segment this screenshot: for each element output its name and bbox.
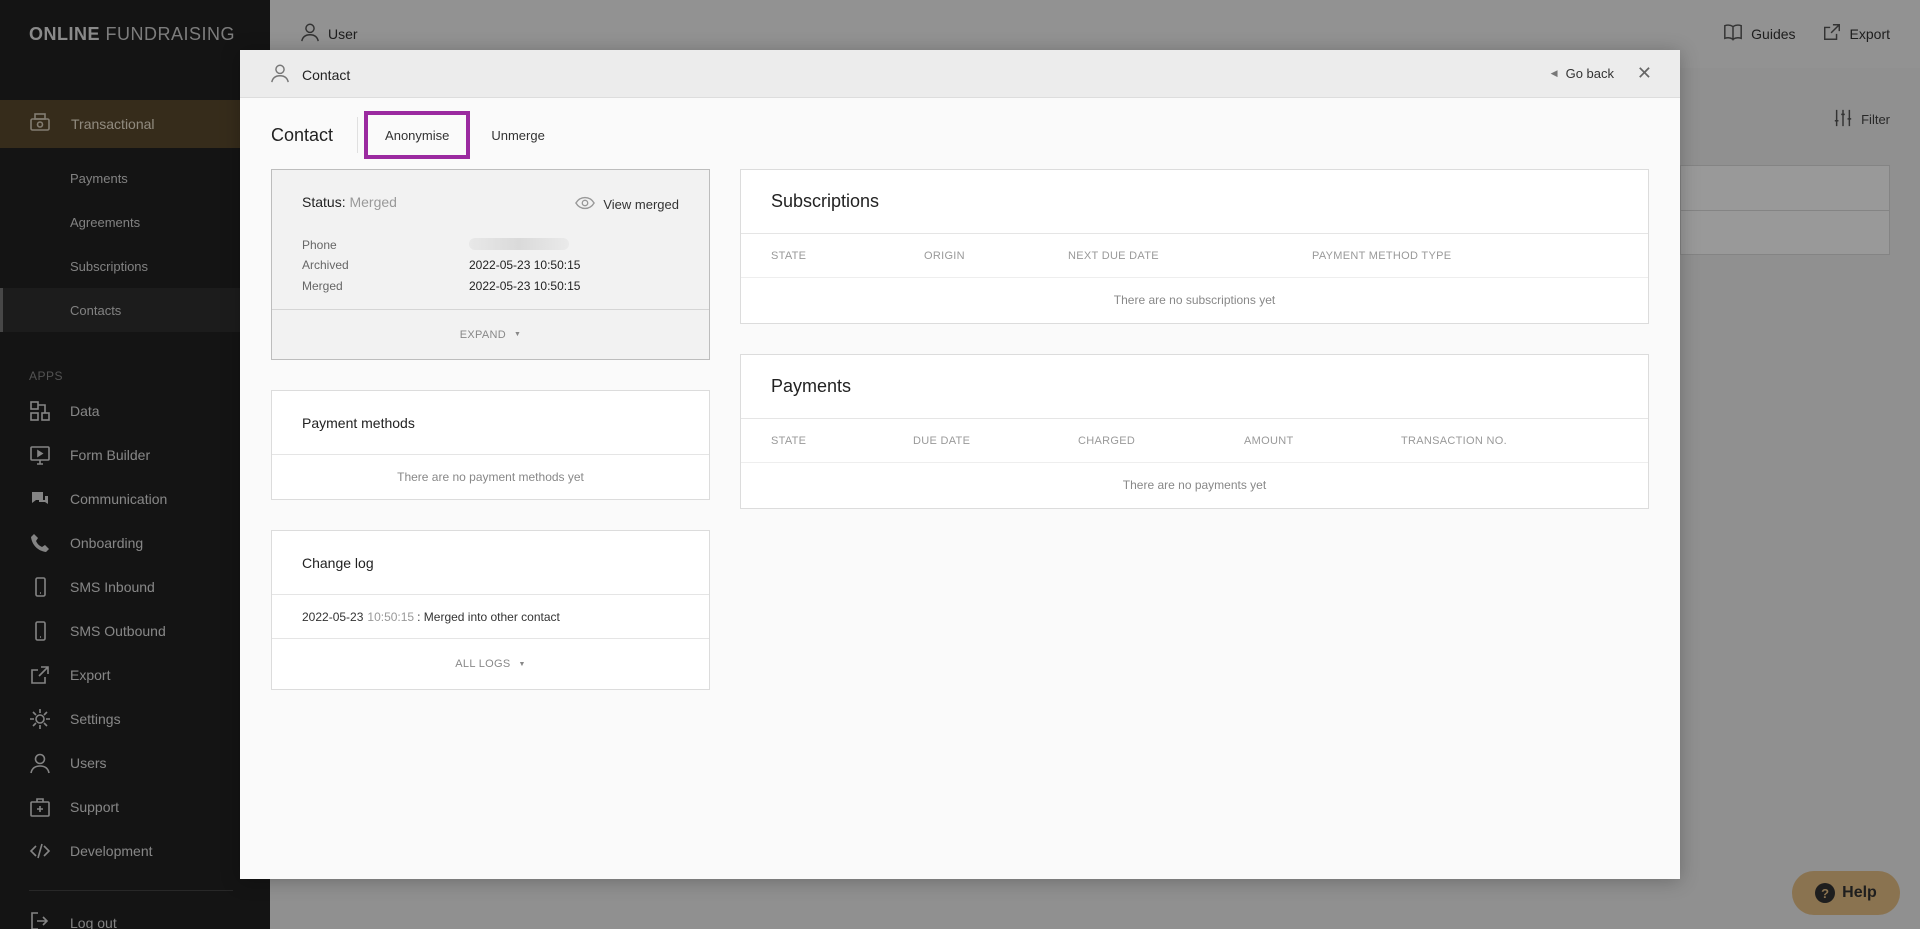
column-header[interactable]: PAYMENT METHOD TYPE	[1312, 250, 1451, 262]
payment-methods-card: Payment methods There are no payment met…	[271, 390, 710, 500]
all-logs-button[interactable]: ALL LOGS ▼	[272, 639, 709, 689]
status-value: Merged	[349, 194, 397, 210]
change-log-title: Change log	[272, 531, 709, 595]
field-label: Merged	[302, 279, 343, 293]
subscriptions-empty: There are no subscriptions yet	[1113, 293, 1276, 307]
view-merged-label: View merged	[603, 197, 679, 212]
change-log-card: Change log 2022-05-23 10:50:15 : Merged …	[271, 530, 710, 690]
blurred-phone	[469, 238, 569, 250]
subscriptions-card: Subscriptions STATE ORIGIN NEXT DUE DATE…	[740, 169, 1649, 324]
payment-methods-title: Payment methods	[272, 391, 709, 455]
caret-down-icon: ▼	[518, 660, 526, 668]
subscriptions-columns: STATE ORIGIN NEXT DUE DATE PAYMENT METHO…	[741, 234, 1648, 278]
modal-title: Contact	[270, 63, 350, 86]
log-time: 10:50:15	[367, 609, 415, 624]
help-label: Help	[1842, 884, 1877, 901]
field-phone: Phone	[302, 238, 569, 252]
modal-title-text: Contact	[302, 66, 351, 83]
unmerge-button[interactable]: Unmerge	[470, 111, 565, 159]
column-header[interactable]: STATE	[771, 435, 806, 447]
payments-title: Payments	[741, 355, 1648, 419]
field-archived: Archived 2022-05-23 10:50:15	[302, 258, 580, 272]
column-header[interactable]: DUE DATE	[913, 435, 970, 447]
field-value	[469, 238, 569, 253]
log-date: 2022-05-23	[302, 609, 364, 624]
expand-button[interactable]: EXPAND ▼	[272, 309, 709, 359]
field-label: Archived	[302, 258, 349, 272]
contact-modal: Contact ◀ Go back ✕ Contact Anonymise Un…	[240, 50, 1680, 879]
log-text: : Merged into other contact	[417, 609, 560, 624]
column-header[interactable]: AMOUNT	[1244, 435, 1293, 447]
field-value: 2022-05-23 10:50:15	[469, 279, 581, 293]
payments-empty: There are no payments yet	[1122, 478, 1267, 492]
status-row: Status: Merged	[302, 194, 397, 210]
close-icon[interactable]: ✕	[1637, 63, 1652, 84]
anonymise-button[interactable]: Anonymise	[364, 111, 471, 159]
field-label: Phone	[302, 238, 337, 252]
column-header[interactable]: TRANSACTION NO.	[1401, 435, 1507, 447]
column-header[interactable]: STATE	[771, 250, 806, 262]
user-icon	[270, 63, 290, 86]
subscriptions-title: Subscriptions	[741, 170, 1648, 234]
tab-separator	[357, 117, 359, 153]
status-card: Status: Merged View merged Phone Archive…	[271, 169, 710, 360]
modal-header: Contact ◀ Go back ✕	[240, 50, 1680, 98]
all-logs-label: ALL LOGS	[455, 658, 511, 670]
expand-label: EXPAND	[459, 328, 506, 341]
status-label: Status:	[302, 194, 346, 210]
question-icon: ?	[1815, 883, 1836, 903]
column-header[interactable]: CHARGED	[1078, 435, 1135, 447]
payments-columns: STATE DUE DATE CHARGED AMOUNT TRANSACTIO…	[741, 419, 1648, 463]
help-button[interactable]: ? Help	[1792, 871, 1900, 915]
contact-tabs: Contact Anonymise Unmerge	[271, 110, 566, 160]
go-back-label: Go back	[1565, 66, 1614, 81]
caret-down-icon: ▼	[514, 331, 522, 338]
tab-contact: Contact	[271, 124, 334, 145]
eye-icon	[575, 196, 596, 213]
back-arrow-icon: ◀	[1550, 68, 1558, 78]
field-merged: Merged 2022-05-23 10:50:15	[302, 279, 580, 293]
log-entry: 2022-05-23 10:50:15 : Merged into other …	[272, 595, 709, 639]
column-header[interactable]: NEXT DUE DATE	[1068, 250, 1159, 262]
go-back-button[interactable]: ◀ Go back	[1551, 66, 1614, 81]
payments-card: Payments STATE DUE DATE CHARGED AMOUNT T…	[740, 354, 1649, 509]
column-header[interactable]: ORIGIN	[924, 250, 965, 262]
view-merged-button[interactable]: View merged	[575, 196, 679, 213]
payment-methods-empty: There are no payment methods yet	[397, 470, 584, 484]
field-value: 2022-05-23 10:50:15	[469, 258, 581, 272]
